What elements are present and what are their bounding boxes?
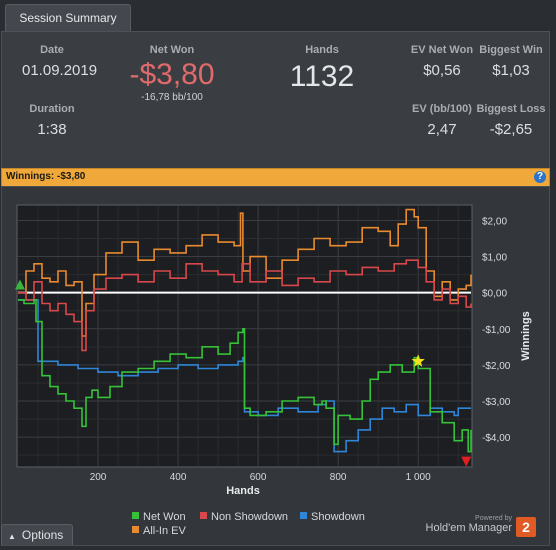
- tab-session-summary[interactable]: Session Summary: [5, 4, 131, 31]
- y-tick-label: $2,00: [482, 216, 507, 227]
- winnings-banner-text: Winnings: -$3,80: [6, 171, 85, 182]
- x-tick-label: 1 000: [406, 472, 431, 483]
- legend-item-showdown[interactable]: Showdown: [300, 511, 365, 523]
- legend-swatch-all-in-ev: [132, 526, 139, 533]
- ev-net-won-value: $0,56: [423, 62, 461, 79]
- y-tick-label: -$3,00: [482, 397, 511, 408]
- help-icon[interactable]: ?: [534, 171, 546, 183]
- powered-by: Powered by Hold'em Manager: [412, 515, 512, 534]
- duration-label: Duration: [29, 103, 75, 115]
- biggest-loss-label: Biggest Loss: [476, 103, 546, 115]
- legend-item-non-showdown[interactable]: Non Showdown: [200, 511, 288, 523]
- legend-swatch-showdown: [300, 512, 307, 519]
- brand-name: Hold'em Manager: [425, 522, 512, 534]
- winnings-banner: Winnings: -$3,80 ?: [1, 168, 550, 187]
- duration-stat: Duration 1:38: [20, 103, 84, 138]
- ev-bb100-value: 2,47: [427, 121, 457, 138]
- biggest-loss-stat: Biggest Loss -$2,65: [474, 103, 548, 138]
- options-button[interactable]: ▲ Options: [1, 524, 73, 545]
- legend-label-net-won: Net Won: [143, 511, 186, 523]
- biggest-loss-value: -$2,65: [489, 121, 533, 138]
- y-axis-label: Winnings: [520, 311, 532, 360]
- net-won-bb100: -16,78 bb/100: [141, 92, 203, 103]
- ev-bb100-label: EV (bb/100): [412, 103, 472, 115]
- date-stat: Date 01.09.2019: [22, 44, 98, 79]
- biggest-win-stat: Biggest Win $1,03: [474, 44, 548, 79]
- net-won-stat: Net Won -$3,80 -16,78 bb/100: [117, 44, 227, 103]
- legend-label-non-showdown: Non Showdown: [211, 511, 289, 523]
- powered-by-text: Powered by: [475, 515, 512, 522]
- caret-up-icon: ▲: [8, 532, 16, 541]
- y-ticks: $2,00 $1,00 $0,00 -$1,00 -$2,00 -$3,00 -$4,00: [482, 216, 511, 444]
- biggest-win-value: $1,03: [492, 62, 530, 79]
- winnings-chart-svg: $2,00$1,00$0,00-$1,00-$2,00-$3,00-$4,00 …: [15, 204, 532, 497]
- y-tick-label: $0,00: [482, 289, 507, 300]
- legend-label-showdown: Showdown: [311, 511, 365, 523]
- y-tick-label: $1,00: [482, 253, 507, 264]
- x-axis-label: Hands: [226, 485, 260, 497]
- legend-item-all-in-ev[interactable]: All-In EV: [132, 525, 186, 537]
- legend-swatch-net-won: [132, 512, 139, 519]
- y-tick-label: -$2,00: [482, 361, 511, 372]
- date-value: 01.09.2019: [22, 62, 98, 79]
- legend-label-all-in-ev: All-In EV: [143, 525, 186, 537]
- ev-net-won-stat: EV Net Won $0,56: [407, 44, 477, 79]
- biggest-win-label: Biggest Win: [479, 44, 543, 56]
- hands-stat: Hands 1132: [272, 44, 372, 94]
- x-tick-label: 400: [170, 472, 187, 483]
- tab-bar: Session Summary: [0, 0, 556, 32]
- hands-label: Hands: [305, 44, 339, 56]
- y-tick-label: -$4,00: [482, 433, 511, 444]
- options-label: Options: [21, 528, 64, 542]
- summary-panel: Date 01.09.2019 Duration 1:38 Net Won -$…: [1, 31, 550, 170]
- x-ticks: 200 400 600 800 1 000: [90, 472, 431, 483]
- date-label: Date: [40, 44, 64, 56]
- x-tick-label: 600: [250, 472, 267, 483]
- winnings-chart: $2,00 $1,00 $0,00 -$1,00 -$2,00 -$3,00 -$4,00 …: [1, 186, 550, 546]
- ev-net-won-label: EV Net Won: [410, 44, 474, 56]
- y-tick-label: -$1,00: [482, 325, 511, 336]
- x-tick-label: 800: [330, 472, 347, 483]
- ev-bb100-stat: EV (bb/100) 2,47: [407, 103, 477, 138]
- duration-value: 1:38: [37, 121, 67, 138]
- winnings-value: -$3,80: [57, 171, 86, 182]
- hm2-logo-icon: 2: [516, 517, 536, 537]
- net-won-value: -$3,80: [129, 58, 215, 91]
- legend-item-net-won[interactable]: Net Won: [132, 511, 186, 523]
- winnings-label: Winnings:: [6, 171, 55, 182]
- hands-value: 1132: [289, 60, 355, 93]
- net-won-label: Net Won: [149, 44, 195, 56]
- legend-swatch-non-showdown: [200, 512, 207, 519]
- x-tick-label: 200: [90, 472, 107, 483]
